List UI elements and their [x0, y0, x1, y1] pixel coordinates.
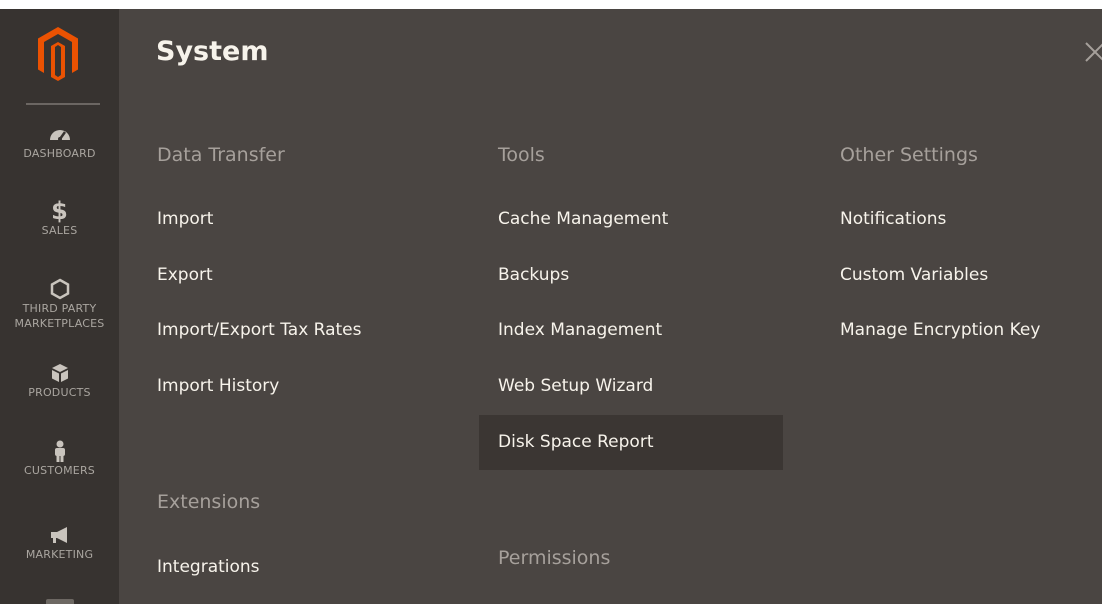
section-title-data-transfer: Data Transfer	[157, 144, 285, 166]
sidebar-item-label: MARKETING	[25, 548, 94, 561]
sidebar-item-partial-icon[interactable]	[46, 599, 74, 604]
close-icon[interactable]	[1080, 37, 1102, 67]
section-title-permissions: Permissions	[498, 547, 611, 569]
system-flyout-panel: System Data Transfer Import Export Impor…	[119, 9, 1102, 604]
magento-logo-icon[interactable]	[36, 25, 80, 83]
menu-link-import[interactable]: Import	[157, 209, 213, 229]
sidebar-item-label: DASHBOARD	[23, 147, 96, 160]
panel-title: System	[156, 36, 269, 67]
sidebar-item-sales[interactable]: $ SALES	[0, 199, 119, 238]
sidebar-item-dashboard[interactable]: DASHBOARD	[0, 122, 119, 161]
sidebar-item-label: MARKETPLACES	[14, 317, 105, 330]
menu-link-export[interactable]: Export	[157, 265, 213, 285]
cube-icon	[51, 364, 68, 382]
menu-link-disk-space-report[interactable]: Disk Space Report	[498, 432, 653, 452]
section-title-other-settings: Other Settings	[840, 144, 978, 166]
top-strip	[0, 0, 1102, 9]
menu-link-manage-encryption-key[interactable]: Manage Encryption Key	[840, 320, 1040, 340]
menu-link-import-export-tax-rates[interactable]: Import/Export Tax Rates	[157, 320, 362, 340]
admin-sidebar: DASHBOARD $ SALES THIRD PARTY MARKETPLAC…	[0, 9, 119, 604]
section-title-extensions: Extensions	[157, 491, 261, 513]
megaphone-icon	[50, 527, 67, 543]
section-title-tools: Tools	[498, 144, 545, 166]
sidebar-item-third-party-marketplaces[interactable]: THIRD PARTY MARKETPLACES	[0, 277, 119, 331]
sidebar-item-products[interactable]: PRODUCTS	[0, 361, 119, 400]
sidebar-item-label: PRODUCTS	[28, 386, 91, 399]
person-icon	[54, 440, 65, 462]
sidebar-item-marketing[interactable]: MARKETING	[0, 523, 119, 562]
dashboard-icon	[49, 130, 70, 141]
dollar-icon: $	[51, 197, 68, 225]
admin-app: DASHBOARD $ SALES THIRD PARTY MARKETPLAC…	[0, 0, 1102, 604]
sidebar-item-label: CUSTOMERS	[24, 464, 95, 477]
menu-link-import-history[interactable]: Import History	[157, 376, 279, 396]
menu-link-custom-variables[interactable]: Custom Variables	[840, 265, 988, 285]
sidebar-item-label: SALES	[41, 224, 78, 237]
menu-link-notifications[interactable]: Notifications	[840, 209, 946, 229]
menu-link-cache-management[interactable]: Cache Management	[498, 209, 668, 229]
menu-link-web-setup-wizard[interactable]: Web Setup Wizard	[498, 376, 653, 396]
logo-divider	[26, 103, 100, 105]
sidebar-item-label: THIRD PARTY	[22, 302, 97, 315]
menu-link-integrations[interactable]: Integrations	[157, 557, 260, 577]
sidebar-item-customers[interactable]: CUSTOMERS	[0, 439, 119, 478]
menu-link-backups[interactable]: Backups	[498, 265, 569, 285]
menu-link-index-management[interactable]: Index Management	[498, 320, 662, 340]
hexagon-icon	[50, 278, 69, 300]
